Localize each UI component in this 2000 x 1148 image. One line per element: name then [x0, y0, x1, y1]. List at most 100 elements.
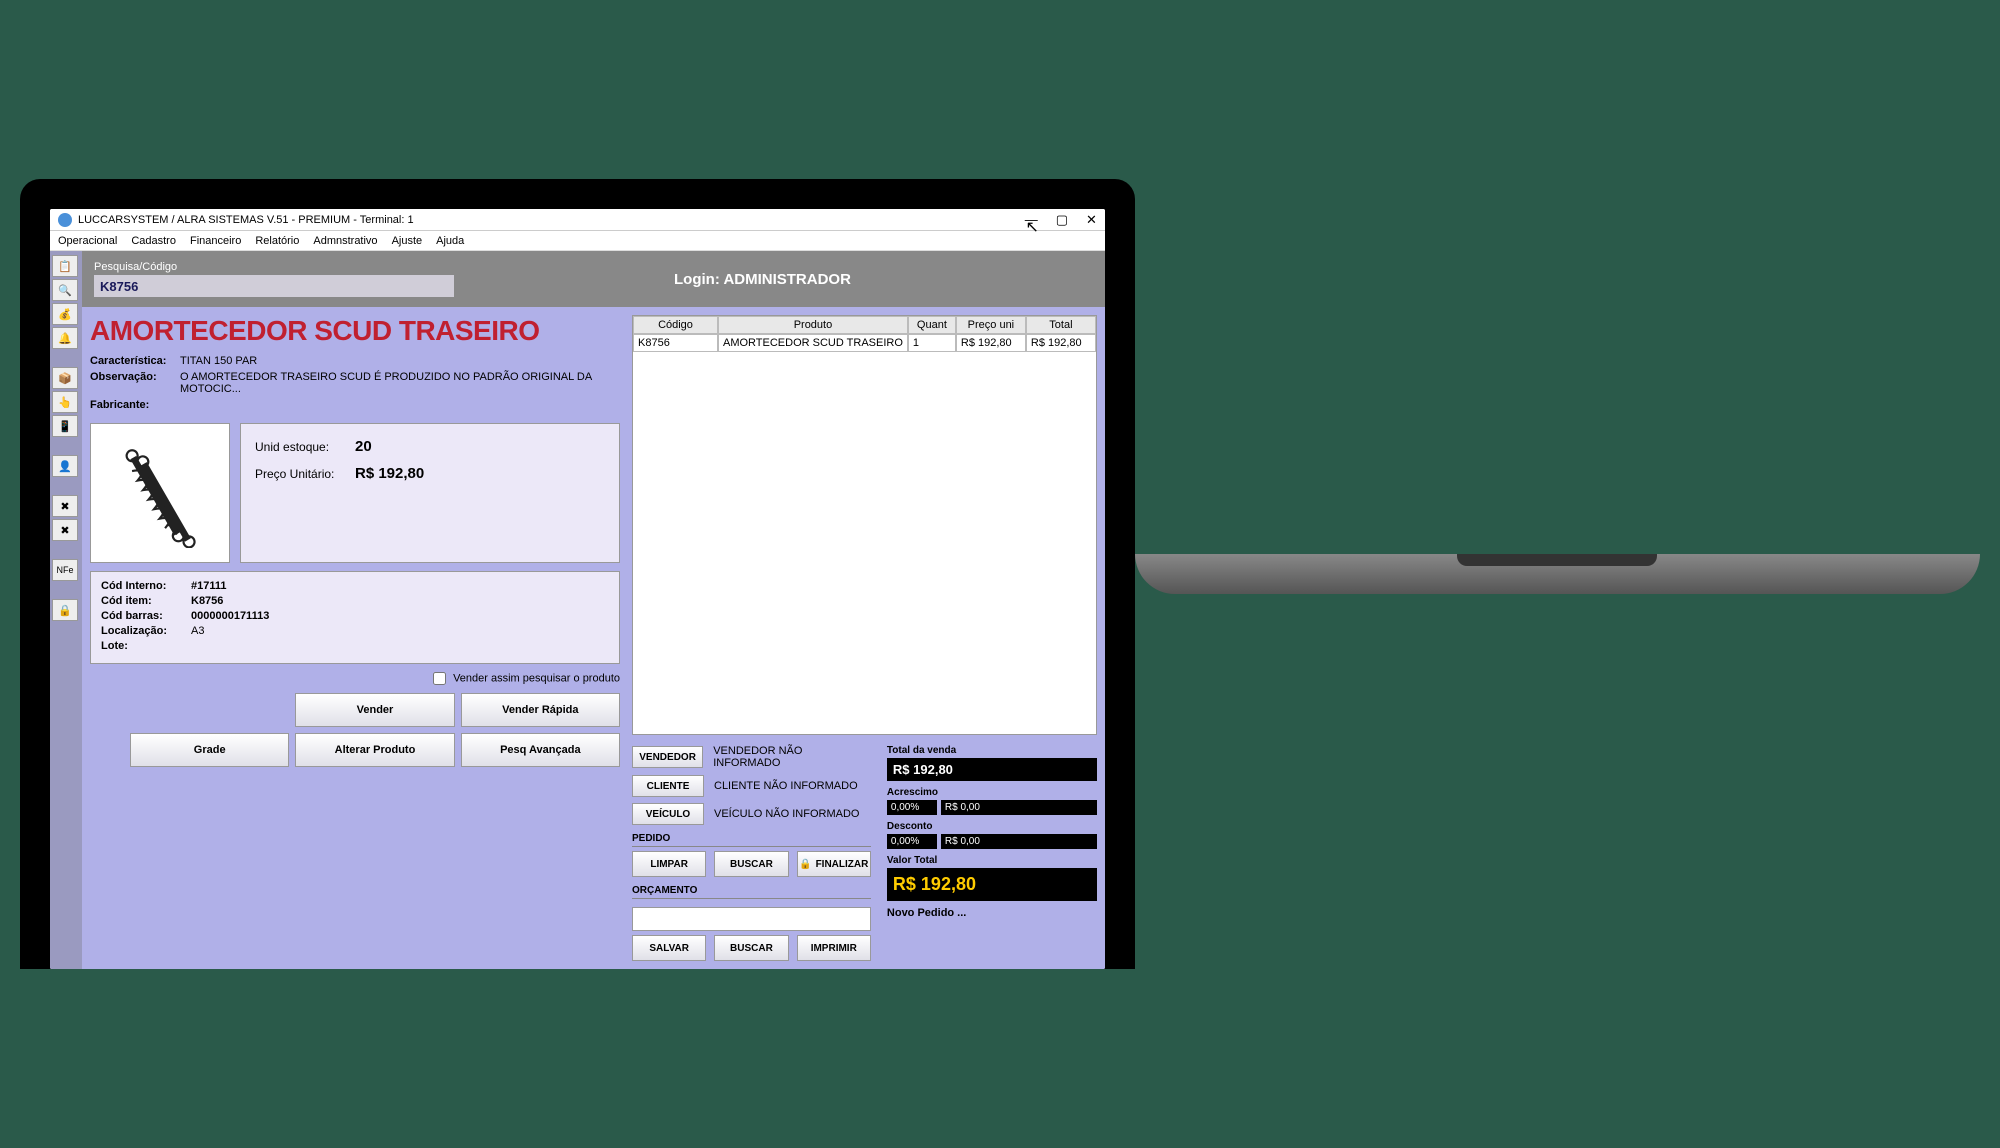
topbar: Pesquisa/Código Login: ADMINISTRADOR — [82, 251, 1105, 307]
orcamento-label: ORÇAMENTO — [632, 885, 871, 899]
unid-estoque-value: 20 — [355, 438, 372, 455]
sidebar-icon-0[interactable]: 📋 — [52, 255, 78, 277]
pesq-avancada-button[interactable]: Pesq Avançada — [461, 733, 620, 767]
imprimir-button[interactable]: IMPRIMIR — [797, 935, 871, 961]
menu-ajuda[interactable]: Ajuda — [436, 235, 464, 247]
window-title: LUCCARSYSTEM / ALRA SISTEMAS V.51 - PREM… — [78, 214, 1025, 226]
menu-admnstrativo[interactable]: Admnstrativo — [313, 235, 377, 247]
vender-button[interactable]: Vender — [295, 693, 454, 727]
cod-interno-value: #17111 — [191, 580, 609, 592]
product-name: AMORTECEDOR SCUD TRASEIRO — [90, 315, 620, 347]
novo-pedido-link[interactable]: Novo Pedido ... — [887, 907, 1097, 919]
maximize-button[interactable]: ▢ — [1056, 212, 1068, 228]
sidebar-icon-nfe[interactable]: NFe — [52, 559, 78, 581]
caracteristica-value: TITAN 150 PAR — [180, 355, 620, 367]
observacao-label: Observação: — [90, 371, 180, 395]
caracteristica-label: Característica: — [90, 355, 180, 367]
menu-relatorio[interactable]: Relatório — [255, 235, 299, 247]
acrescimo-label: Acrescimo — [887, 787, 1097, 798]
veiculo-text: VEÍCULO NÃO INFORMADO — [714, 808, 859, 820]
vender-rapida-button[interactable]: Vender Rápida — [461, 693, 620, 727]
sidebar-icon-3[interactable]: 🔔 — [52, 327, 78, 349]
fabricante-label: Fabricante: — [90, 399, 180, 411]
sidebar: 📋 🔍 💰 🔔 📦 👆 📱 👤 ✖ ✖ NFe 🔒 — [50, 251, 82, 969]
alterar-produto-button[interactable]: Alterar Produto — [295, 733, 454, 767]
cod-interno-label: Cód Interno: — [101, 580, 191, 592]
valor-total-value: R$ 192,80 — [887, 868, 1097, 901]
fabricante-value — [180, 399, 620, 411]
cliente-text: CLIENTE NÃO INFORMADO — [714, 780, 858, 792]
cell-total: R$ 192,80 — [1026, 334, 1096, 352]
vender-assim-checkbox[interactable] — [433, 672, 446, 685]
veiculo-button[interactable]: VEÍCULO — [632, 803, 704, 825]
search-input[interactable] — [94, 275, 454, 297]
app-icon — [58, 213, 72, 227]
menu-ajuste[interactable]: Ajuste — [392, 235, 423, 247]
col-total[interactable]: Total — [1026, 316, 1096, 334]
buscar-pedido-button[interactable]: BUSCAR — [714, 851, 788, 877]
lock-icon: 🔒 — [799, 859, 811, 870]
sidebar-icon-5[interactable]: 👆 — [52, 391, 78, 413]
minimize-button[interactable]: — — [1025, 212, 1038, 228]
observacao-value: O AMORTECEDOR TRASEIRO SCUD É PRODUZIDO … — [180, 371, 620, 395]
cod-item-value: K8756 — [191, 595, 609, 607]
total-venda-value: R$ 192,80 — [887, 758, 1097, 781]
col-quant[interactable]: Quant — [908, 316, 956, 334]
desconto-label: Desconto — [887, 821, 1097, 832]
valor-total-label: Valor Total — [887, 855, 1097, 866]
col-codigo[interactable]: Código — [633, 316, 718, 334]
sidebar-icon-2[interactable]: 💰 — [52, 303, 78, 325]
cod-barras-value: 0000000171113 — [191, 610, 609, 622]
cliente-button[interactable]: CLIENTE — [632, 775, 704, 797]
pedido-label: PEDIDO — [632, 833, 871, 847]
login-label: Login: ADMINISTRADOR — [674, 271, 851, 288]
localizacao-label: Localização: — [101, 625, 191, 637]
finalizar-button[interactable]: 🔒FINALIZAR — [797, 851, 871, 877]
product-image — [90, 423, 230, 563]
grade-button[interactable]: Grade — [130, 733, 289, 767]
sidebar-icon-4[interactable]: 📦 — [52, 367, 78, 389]
sidebar-icon-1[interactable]: 🔍 — [52, 279, 78, 301]
total-venda-label: Total da venda — [887, 745, 1097, 756]
salvar-button[interactable]: SALVAR — [632, 935, 706, 961]
vender-assim-label: Vender assim pesquisar o produto — [453, 672, 620, 684]
sidebar-icon-6[interactable]: 📱 — [52, 415, 78, 437]
cell-preco-uni: R$ 192,80 — [956, 334, 1026, 352]
buscar-orcamento-button[interactable]: BUSCAR — [714, 935, 788, 961]
menu-cadastro[interactable]: Cadastro — [131, 235, 176, 247]
preco-value: R$ 192,80 — [355, 465, 424, 482]
col-preco-uni[interactable]: Preço uni — [956, 316, 1026, 334]
limpar-button[interactable]: LIMPAR — [632, 851, 706, 877]
acrescimo-pct[interactable]: 0,00% — [887, 800, 937, 815]
shock-absorber-icon — [105, 438, 215, 548]
cell-codigo: K8756 — [633, 334, 718, 352]
items-grid: Código Produto Quant Preço uni Total K87… — [632, 315, 1097, 735]
preco-label: Preço Unitário: — [255, 467, 355, 481]
unid-estoque-label: Unid estoque: — [255, 440, 355, 454]
search-label: Pesquisa/Código — [94, 261, 454, 273]
menubar: Operacional Cadastro Financeiro Relatóri… — [50, 231, 1105, 251]
localizacao-value: A3 — [191, 625, 609, 637]
lote-value — [191, 640, 609, 652]
grid-row[interactable]: K8756 AMORTECEDOR SCUD TRASEIRO 1 R$ 192… — [633, 334, 1096, 352]
acrescimo-val[interactable]: R$ 0,00 — [941, 800, 1097, 815]
cod-barras-label: Cód barras: — [101, 610, 191, 622]
menu-operacional[interactable]: Operacional — [58, 235, 117, 247]
desconto-pct[interactable]: 0,00% — [887, 834, 937, 849]
cod-item-label: Cód item: — [101, 595, 191, 607]
close-button[interactable]: ✕ — [1086, 212, 1097, 228]
col-produto[interactable]: Produto — [718, 316, 908, 334]
lote-label: Lote: — [101, 640, 191, 652]
sidebar-icon-lock[interactable]: 🔒 — [52, 599, 78, 621]
titlebar: LUCCARSYSTEM / ALRA SISTEMAS V.51 - PREM… — [50, 209, 1105, 231]
vendedor-text: VENDEDOR NÃO INFORMADO — [713, 745, 871, 769]
cell-produto: AMORTECEDOR SCUD TRASEIRO — [718, 334, 908, 352]
sidebar-icon-8[interactable]: ✖ — [52, 495, 78, 517]
orcamento-input[interactable] — [632, 907, 871, 931]
desconto-val[interactable]: R$ 0,00 — [941, 834, 1097, 849]
vendedor-button[interactable]: VENDEDOR — [632, 746, 703, 768]
sidebar-icon-9[interactable]: ✖ — [52, 519, 78, 541]
cell-quant: 1 — [908, 334, 956, 352]
sidebar-icon-7[interactable]: 👤 — [52, 455, 78, 477]
menu-financeiro[interactable]: Financeiro — [190, 235, 241, 247]
